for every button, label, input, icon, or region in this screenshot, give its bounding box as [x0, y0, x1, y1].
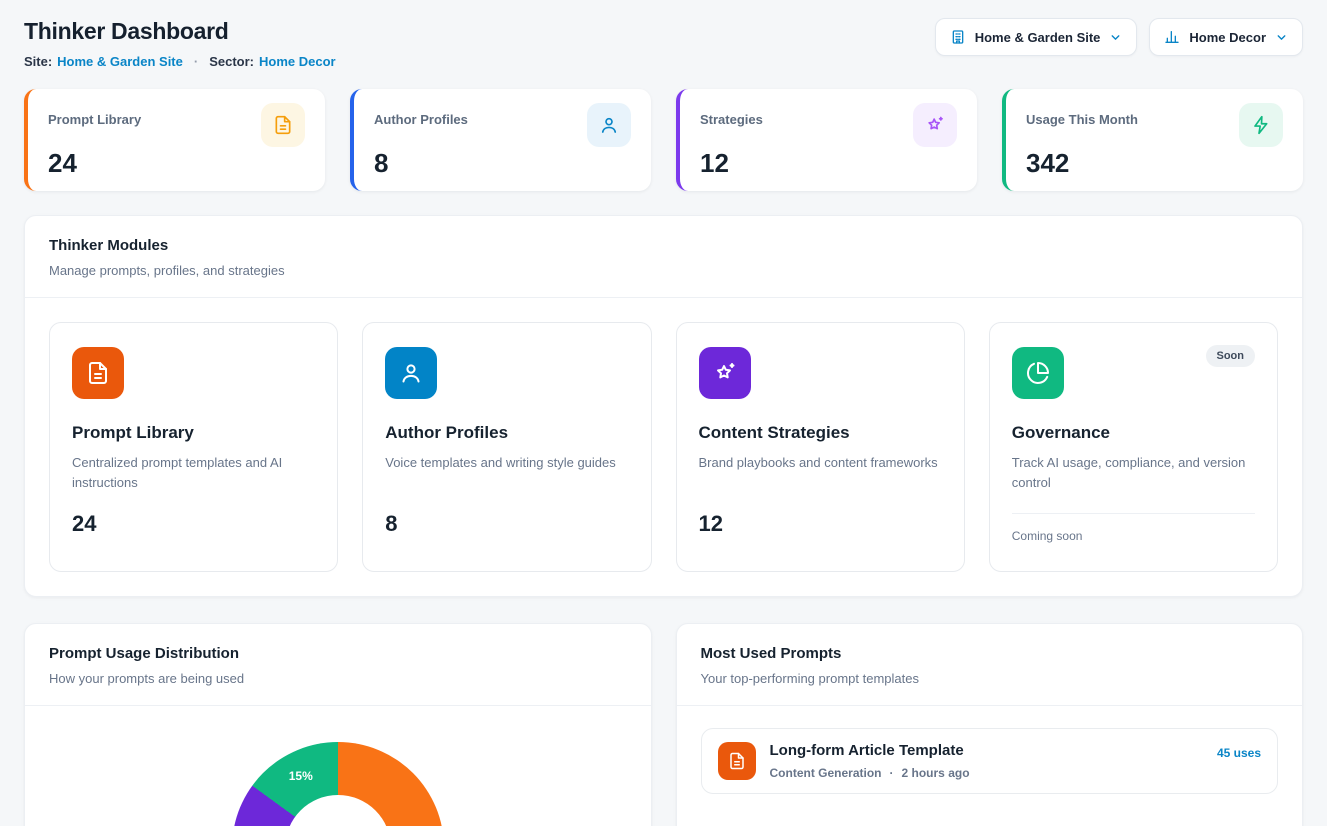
building-icon — [950, 29, 966, 45]
module-count: 24 — [72, 511, 315, 537]
prompt-list-item[interactable]: Long-form Article Template Content Gener… — [701, 728, 1279, 794]
site-selector-dropdown[interactable]: Home & Garden Site — [935, 18, 1138, 56]
breadcrumb: Site: Home & Garden Site · Sector: Home … — [24, 54, 336, 69]
module-description: Brand playbooks and content frameworks — [699, 453, 942, 493]
pie-chart-icon — [1012, 347, 1064, 399]
document-icon — [72, 347, 124, 399]
prompt-item-text: Long-form Article Template Content Gener… — [770, 742, 970, 780]
header-actions: Home & Garden Site Home Decor — [935, 18, 1303, 56]
sparkle-star-icon — [699, 347, 751, 399]
site-label: Site: — [24, 54, 52, 69]
prompts-panel-title: Most Used Prompts — [701, 645, 1279, 662]
breadcrumb-separator: · — [194, 54, 198, 69]
donut-segment-label: 15% — [289, 769, 313, 783]
prompt-name: Long-form Article Template — [770, 742, 970, 759]
dashboard-page: Thinker Dashboard Site: Home & Garden Si… — [0, 0, 1327, 826]
chevron-down-icon — [1275, 31, 1288, 44]
module-description: Centralized prompt templates and AI inst… — [72, 453, 315, 493]
person-icon — [587, 103, 631, 147]
stat-card-strategies: Strategies 12 — [676, 89, 977, 191]
bar-chart-icon — [1164, 29, 1180, 45]
lightning-icon — [1239, 103, 1283, 147]
person-icon — [385, 347, 437, 399]
bottom-row: Prompt Usage Distribution How your promp… — [24, 623, 1303, 826]
stat-label: Prompt Library — [48, 103, 141, 127]
sector-selector-dropdown[interactable]: Home Decor — [1149, 18, 1303, 56]
stat-card-usage: Usage This Month 342 — [1002, 89, 1303, 191]
thinker-modules-section: Thinker Modules Manage prompts, profiles… — [24, 215, 1303, 597]
module-description: Track AI usage, compliance, and version … — [1012, 453, 1255, 493]
module-title: Content Strategies — [699, 423, 942, 443]
modules-grid: Prompt Library Centralized prompt templa… — [25, 298, 1302, 596]
donut-chart-area: 15% — [25, 706, 651, 826]
sector-link[interactable]: Home Decor — [259, 54, 336, 69]
stat-value: 12 — [700, 148, 957, 179]
stat-label: Author Profiles — [374, 103, 468, 127]
modules-subtitle: Manage prompts, profiles, and strategies — [49, 263, 1278, 278]
module-title: Author Profiles — [385, 423, 628, 443]
stat-value: 24 — [48, 148, 305, 179]
module-count: 12 — [699, 511, 942, 537]
stat-value: 8 — [374, 148, 631, 179]
module-card-content-strategies[interactable]: Content Strategies Brand playbooks and c… — [676, 322, 965, 572]
module-description: Voice templates and writing style guides — [385, 453, 628, 493]
site-selector-label: Home & Garden Site — [975, 30, 1101, 45]
module-card-author-profiles[interactable]: Author Profiles Voice templates and writ… — [362, 322, 651, 572]
meta-separator: · — [890, 766, 894, 780]
stat-label: Usage This Month — [1026, 103, 1138, 127]
module-count: 8 — [385, 511, 628, 537]
uses-count-badge: 45 uses — [1217, 742, 1261, 760]
prompt-meta: Content Generation · 2 hours ago — [770, 766, 970, 780]
modules-title: Thinker Modules — [49, 237, 1278, 254]
prompt-time: 2 hours ago — [902, 766, 970, 780]
document-icon — [261, 103, 305, 147]
prompt-usage-distribution-panel: Prompt Usage Distribution How your promp… — [24, 623, 652, 826]
usage-panel-subtitle: How your prompts are being used — [49, 671, 627, 686]
most-used-prompts-panel: Most Used Prompts Your top-performing pr… — [676, 623, 1304, 826]
site-link[interactable]: Home & Garden Site — [57, 54, 183, 69]
module-card-governance[interactable]: Soon Governance Track AI usage, complian… — [989, 322, 1278, 572]
soon-badge: Soon — [1206, 345, 1256, 367]
sector-selector-label: Home Decor — [1189, 30, 1266, 45]
coming-soon-note: Coming soon — [1012, 513, 1255, 543]
usage-panel-title: Prompt Usage Distribution — [49, 645, 627, 662]
module-title: Prompt Library — [72, 423, 315, 443]
divider — [677, 705, 1303, 706]
sparkle-star-icon — [913, 103, 957, 147]
sector-label: Sector: — [209, 54, 254, 69]
header: Thinker Dashboard Site: Home & Garden Si… — [24, 18, 1303, 69]
stats-row: Prompt Library 24 Author Profiles 8 Stra… — [24, 89, 1303, 191]
chevron-down-icon — [1109, 31, 1122, 44]
stat-card-prompt-library: Prompt Library 24 — [24, 89, 325, 191]
module-card-prompt-library[interactable]: Prompt Library Centralized prompt templa… — [49, 322, 338, 572]
prompts-panel-subtitle: Your top-performing prompt templates — [701, 671, 1279, 686]
page-title: Thinker Dashboard — [24, 18, 336, 45]
module-title: Governance — [1012, 423, 1255, 443]
stat-value: 342 — [1026, 148, 1283, 179]
usage-donut: 15% — [232, 742, 444, 826]
stat-card-author-profiles: Author Profiles 8 — [350, 89, 651, 191]
stat-label: Strategies — [700, 103, 763, 127]
header-left: Thinker Dashboard Site: Home & Garden Si… — [24, 18, 336, 69]
prompt-category: Content Generation — [770, 766, 882, 780]
document-icon — [718, 742, 756, 780]
